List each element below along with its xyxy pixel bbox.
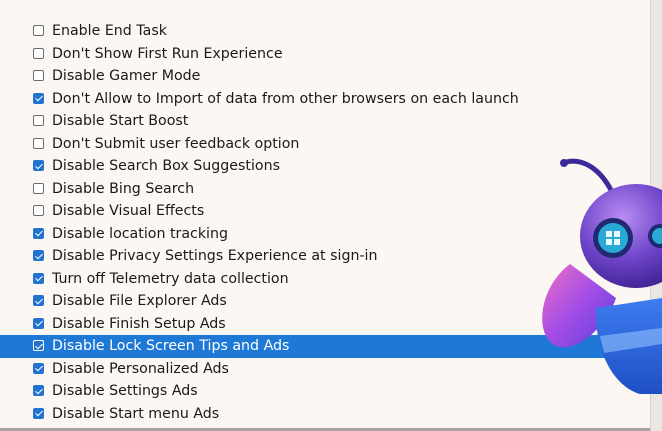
checkbox[interactable] (33, 250, 44, 261)
checkbox[interactable] (33, 92, 44, 104)
checkbox[interactable] (33, 272, 44, 284)
checkbox[interactable] (33, 182, 44, 194)
checkbox[interactable] (33, 227, 44, 239)
option-label: Don't Submit user feedback option (52, 135, 300, 152)
option-label: Disable Bing Search (52, 180, 195, 197)
option-label: Disable location tracking (52, 225, 228, 242)
option-label: Enable End Task (52, 23, 167, 39)
option-row[interactable]: Don't Allow to Import of data from other… (0, 88, 650, 111)
checkbox[interactable] (33, 25, 44, 36)
checkbox[interactable] (33, 385, 44, 396)
option-label: Disable File Explorer Ads (52, 293, 227, 309)
checkbox[interactable] (33, 70, 44, 81)
option-label: Disable Privacy Settings Experience at s… (52, 248, 378, 264)
checkbox[interactable] (33, 137, 44, 149)
option-label: Disable Start Boost (52, 113, 189, 129)
option-label: Disable Start menu Ads (52, 405, 220, 422)
checkbox[interactable] (33, 317, 44, 329)
checkbox[interactable] (33, 295, 44, 306)
option-label: Disable Gamer Mode (52, 68, 201, 84)
checkbox[interactable] (33, 47, 44, 59)
option-label: Disable Lock Screen Tips and Ads (52, 338, 290, 354)
option-label: Turn off Telemetry data collection (52, 270, 289, 287)
bee-mascot-icon (520, 148, 662, 398)
checkbox[interactable] (33, 340, 44, 351)
option-label: Disable Search Box Suggestions (52, 158, 280, 174)
option-row[interactable]: Don't Show First Run Experience (0, 43, 650, 66)
checkbox[interactable] (33, 205, 44, 216)
option-row[interactable]: Enable End Task (0, 20, 650, 43)
option-label: Don't Show First Run Experience (52, 45, 283, 62)
option-label: Disable Settings Ads (52, 383, 198, 399)
option-label: Don't Allow to Import of data from other… (52, 90, 519, 107)
option-row[interactable]: Disable Start menu Ads (0, 403, 650, 426)
checkbox[interactable] (33, 115, 44, 126)
checkbox[interactable] (33, 362, 44, 374)
checkbox[interactable] (33, 407, 44, 419)
option-row[interactable]: Disable Gamer Mode (0, 65, 650, 88)
option-label: Disable Finish Setup Ads (52, 315, 226, 332)
option-label: Disable Visual Effects (52, 203, 205, 219)
checkbox[interactable] (33, 160, 44, 171)
option-label: Disable Personalized Ads (52, 360, 229, 377)
option-row[interactable]: Disable Start Boost (0, 110, 650, 133)
